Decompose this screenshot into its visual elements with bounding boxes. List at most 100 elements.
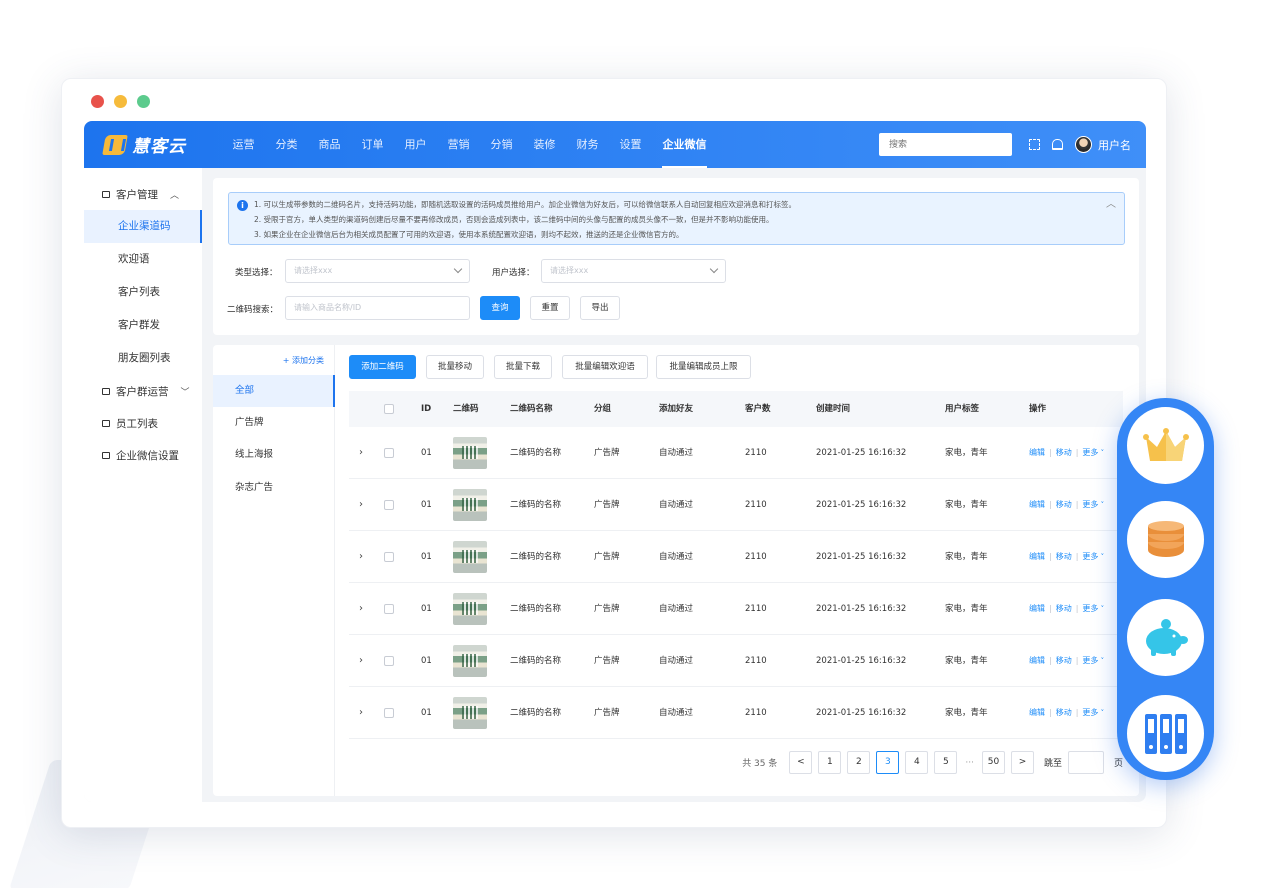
page-button[interactable]: 5 [934, 751, 958, 774]
nav-item[interactable]: 订单 [351, 121, 394, 168]
table-row[interactable]: › 01 二维码的名称 广告牌 自动通过 2110 2021-01-25 16:16:32 家… [349, 635, 1123, 687]
logo[interactable]: 慧客云 [102, 132, 222, 157]
category-item[interactable]: 广告牌 [213, 407, 335, 439]
pagination-ellipsis[interactable]: ··· [963, 758, 976, 768]
avatar[interactable] [1075, 136, 1092, 153]
category-item[interactable]: 杂志广告 [213, 472, 335, 504]
more-link[interactable]: 更多 [1082, 604, 1098, 613]
edit-link[interactable]: 编辑 [1029, 500, 1045, 509]
table-row[interactable]: › 01 二维码的名称 广告牌 自动通过 2110 2021-01-25 16:16:32 家… [349, 583, 1123, 635]
batch-edit-welcome-button[interactable]: 批量编辑欢迎语 [562, 355, 648, 379]
qr-code-image[interactable] [453, 593, 487, 625]
qr-code-image[interactable] [453, 437, 487, 469]
expand-icon[interactable]: › [359, 707, 363, 718]
nav-item[interactable]: 运营 [222, 121, 265, 168]
move-link[interactable]: 移动 [1056, 500, 1072, 509]
chevron-down-icon[interactable]: ˅ [1098, 657, 1105, 665]
nav-item[interactable]: 财务 [566, 121, 609, 168]
sidebar-group-group-ops[interactable]: 客户群运营 ﹀ [84, 375, 202, 407]
batch-edit-limit-button[interactable]: 批量编辑成员上限 [656, 355, 751, 379]
batch-move-button[interactable]: 批量移动 [426, 355, 484, 379]
sidebar-group-staff[interactable]: 员工列表 [84, 407, 202, 439]
batch-download-button[interactable]: 批量下载 [494, 355, 552, 379]
qr-search-input[interactable]: 请输入商品名称/ID [285, 296, 470, 320]
edit-link[interactable]: 编辑 [1029, 552, 1045, 561]
next-page-button[interactable]: > [1010, 751, 1034, 774]
edit-link[interactable]: 编辑 [1029, 708, 1045, 717]
expand-icon[interactable]: › [359, 447, 363, 458]
add-qr-button[interactable]: 添加二维码 [349, 355, 416, 379]
sidebar-item-channel-code[interactable]: 企业渠道码 [84, 210, 202, 243]
global-search-input[interactable] [879, 133, 1012, 156]
select-all-checkbox[interactable] [384, 404, 394, 414]
collapse-icon[interactable]: ︿ [1106, 195, 1116, 210]
user-select[interactable]: 请选择xxx [541, 259, 726, 283]
move-link[interactable]: 移动 [1056, 656, 1072, 665]
nav-item[interactable]: 商品 [308, 121, 351, 168]
add-category-button[interactable]: + 添加分类 [283, 355, 324, 366]
move-link[interactable]: 移动 [1056, 604, 1072, 613]
qr-code-image[interactable] [453, 489, 487, 521]
chevron-down-icon[interactable]: ˅ [1098, 501, 1105, 509]
more-link[interactable]: 更多 [1082, 708, 1098, 717]
sidebar-item-customer-list[interactable]: 客户列表 [84, 276, 202, 309]
chevron-down-icon[interactable]: ˅ [1098, 449, 1105, 457]
move-link[interactable]: 移动 [1056, 708, 1072, 717]
username[interactable]: 用户名 [1098, 137, 1131, 153]
move-link[interactable]: 移动 [1056, 448, 1072, 457]
page-button[interactable]: 50 [981, 751, 1005, 774]
expand-icon[interactable]: › [359, 499, 363, 510]
row-checkbox[interactable] [384, 656, 394, 666]
category-item[interactable]: 线上海报 [213, 439, 335, 471]
qr-code-image[interactable] [453, 541, 487, 573]
table-row[interactable]: › 01 二维码的名称 广告牌 自动通过 2110 2021-01-25 16:16:32 家… [349, 687, 1123, 739]
edit-link[interactable]: 编辑 [1029, 604, 1045, 613]
page-button[interactable]: 4 [905, 751, 929, 774]
more-link[interactable]: 更多 [1082, 552, 1098, 561]
table-row[interactable]: › 01 二维码的名称 广告牌 自动通过 2110 2021-01-25 16:16:32 家… [349, 531, 1123, 583]
sidebar-item-mass-message[interactable]: 客户群发 [84, 309, 202, 342]
expand-icon[interactable]: › [359, 551, 363, 562]
nav-item[interactable]: 分销 [480, 121, 523, 168]
sidebar-item-moments[interactable]: 朋友圈列表 [84, 342, 202, 375]
qr-code-image[interactable] [453, 697, 487, 729]
move-link[interactable]: 移动 [1056, 552, 1072, 561]
sidebar-group-wecom-settings[interactable]: 企业微信设置 [84, 439, 202, 471]
minimize-dot[interactable] [114, 95, 127, 108]
close-dot[interactable] [91, 95, 104, 108]
nav-item[interactable]: 企业微信 [652, 121, 717, 168]
query-button[interactable]: 查询 [480, 296, 520, 320]
category-item-all[interactable]: 全部 [213, 375, 335, 407]
export-button[interactable]: 导出 [580, 296, 620, 320]
edit-link[interactable]: 编辑 [1029, 448, 1045, 457]
nav-item[interactable]: 装修 [523, 121, 566, 168]
qr-code-image[interactable] [453, 645, 487, 677]
table-row[interactable]: › 01 二维码的名称 广告牌 自动通过 2110 2021-01-25 16:16:32 家… [349, 427, 1123, 479]
nav-item[interactable]: 设置 [609, 121, 652, 168]
type-select[interactable]: 请选择xxx [285, 259, 470, 283]
row-checkbox[interactable] [384, 708, 394, 718]
edit-link[interactable]: 编辑 [1029, 656, 1045, 665]
row-checkbox[interactable] [384, 500, 394, 510]
chevron-down-icon[interactable]: ˅ [1098, 605, 1105, 613]
chevron-down-icon[interactable]: ˅ [1098, 553, 1105, 561]
page-button-current[interactable]: 3 [876, 751, 900, 774]
sidebar-group-customer-management[interactable]: 客户管理 ︿ [84, 178, 202, 210]
reset-button[interactable]: 重置 [530, 296, 570, 320]
more-link[interactable]: 更多 [1082, 448, 1098, 457]
table-row[interactable]: › 01 二维码的名称 广告牌 自动通过 2110 2021-01-25 16:16:32 家… [349, 479, 1123, 531]
maximize-dot[interactable] [137, 95, 150, 108]
expand-icon[interactable]: › [359, 655, 363, 666]
row-checkbox[interactable] [384, 604, 394, 614]
nav-item[interactable]: 用户 [394, 121, 437, 168]
nav-item[interactable]: 营销 [437, 121, 480, 168]
row-checkbox[interactable] [384, 448, 394, 458]
fullscreen-icon[interactable] [1029, 139, 1040, 150]
chevron-down-icon[interactable]: ˅ [1098, 709, 1105, 717]
more-link[interactable]: 更多 [1082, 656, 1098, 665]
prev-page-button[interactable]: < [789, 751, 813, 774]
expand-icon[interactable]: › [359, 603, 363, 614]
page-button[interactable]: 2 [847, 751, 871, 774]
nav-item[interactable]: 分类 [265, 121, 308, 168]
sidebar-item-welcome[interactable]: 欢迎语 [84, 243, 202, 276]
